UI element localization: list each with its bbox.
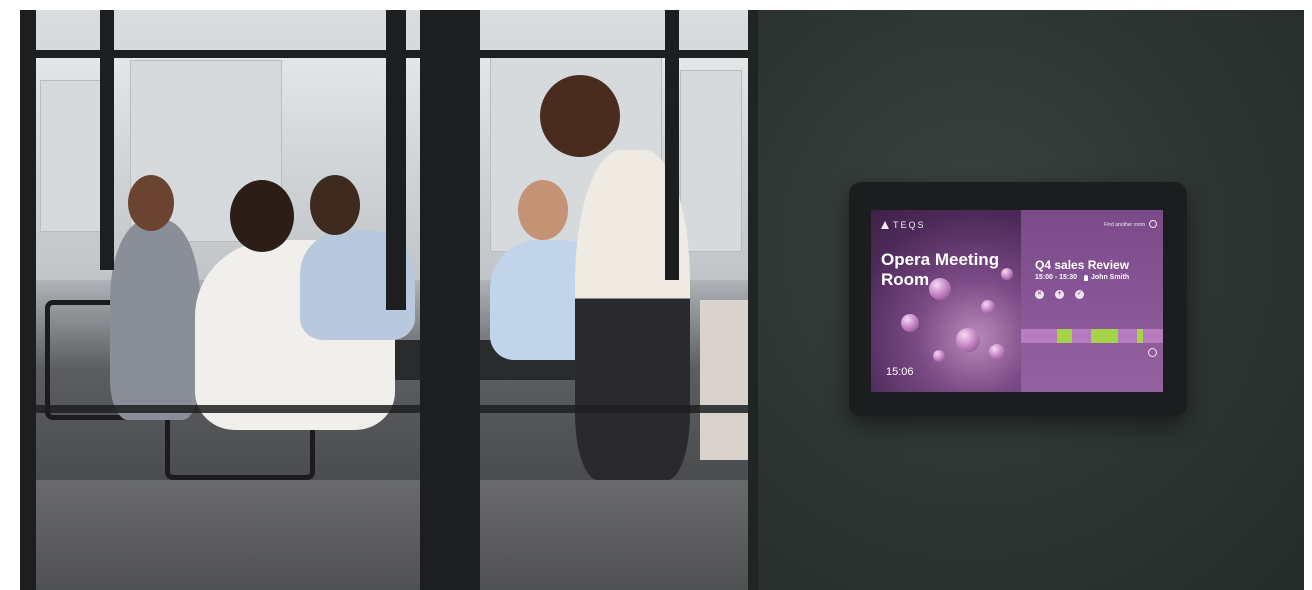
timeline-busy-slot [1137,329,1144,343]
window-frame [100,10,114,270]
water-drop [981,300,995,314]
head [540,75,620,157]
window-frame [20,10,36,590]
person-woman-grey-blazer [110,220,200,420]
timeline-busy-slot [1056,329,1073,343]
head [310,175,360,235]
meeting-organizer: John Smith [1091,274,1130,281]
timeline-busy-slot [1090,329,1118,343]
head [518,180,568,240]
brand-logo: TEQS [881,220,926,230]
meeting-pane: Find another room Q4 sales Review 15:00 … [1021,210,1163,392]
availability-timeline[interactable] [1021,329,1163,343]
window-frame [665,10,679,280]
head [128,175,174,231]
glass-door-frame [420,10,480,590]
wall-edge [748,10,758,590]
search-icon[interactable] [1149,220,1157,228]
find-room-link[interactable]: Find another room [1104,222,1145,228]
water-drop [989,344,1005,360]
clock-time: 15:06 [886,366,914,378]
end-meeting-button[interactable]: ✕ [1035,290,1044,299]
interior-wall [700,300,748,460]
room-name: Opera Meeting Room [881,250,1000,289]
settings-icon[interactable] [1148,348,1157,357]
meeting-title: Q4 sales Review [1035,258,1130,272]
head [230,180,294,252]
person-icon [1084,275,1088,281]
tablet-screen: TEQS Opera Meeting Room 15:06 Find anoth… [871,210,1163,392]
room-info-pane: TEQS Opera Meeting Room 15:06 [871,210,1021,392]
building [680,70,742,252]
water-drop [933,350,945,362]
extend-meeting-button[interactable]: + [1055,290,1064,299]
water-drop [901,314,919,332]
brand-name: TEQS [893,220,926,230]
meeting-room-photo [20,10,748,590]
water-drop [956,328,980,352]
floor [20,480,748,590]
check-in-button[interactable]: ✓ [1075,290,1084,299]
glass-rail [36,405,748,413]
window-frame [386,10,406,310]
room-booking-tablet: TEQS Opera Meeting Room 15:06 Find anoth… [849,182,1187,416]
scene: TEQS Opera Meeting Room 15:06 Find anoth… [20,10,1304,590]
meeting-time: 15:00 - 15:30 [1035,274,1078,281]
logo-mark-icon [881,221,889,229]
